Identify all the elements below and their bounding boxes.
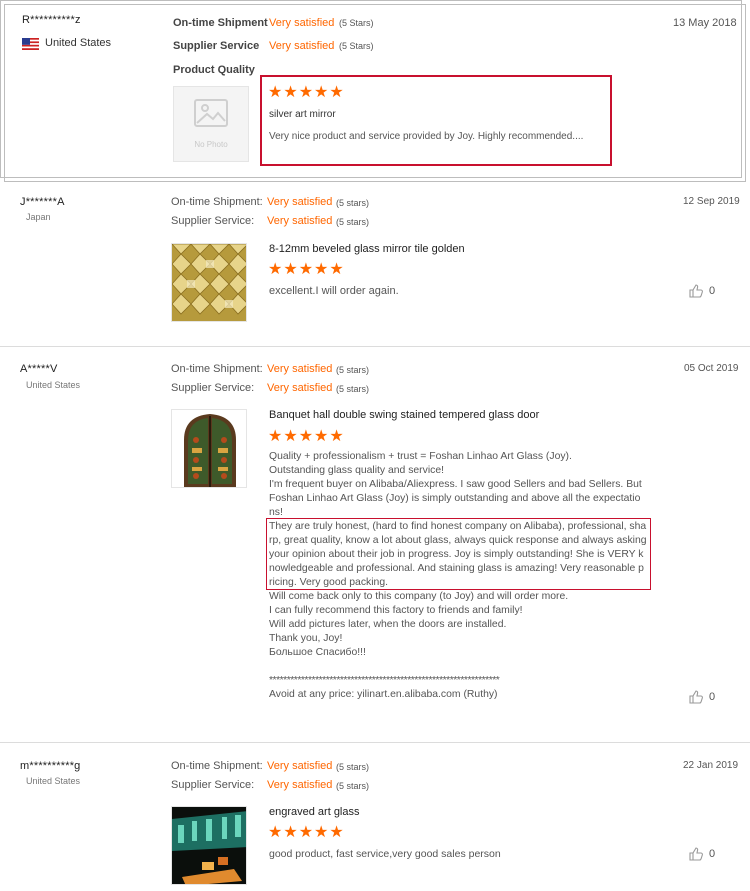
shipment-rating-text: Very satisfied (267, 760, 333, 772)
shipment-rating-text: Very satisfied (267, 196, 333, 208)
comment-line: Outstanding glass quality and service! (269, 465, 445, 476)
review-comment: excellent.I will order again. (269, 285, 399, 297)
comment-line: Will add pictures later, when the doors … (269, 619, 507, 630)
like-button[interactable]: 0 (689, 690, 715, 704)
shipment-label: On-time Shipment: (171, 760, 263, 772)
comment-line: I'm frequent buyer on Alibaba/Aliexpress… (269, 479, 642, 490)
comment-line: I can fully recommend this factory to fr… (269, 605, 523, 616)
review-date: 13 May 2018 (673, 17, 737, 29)
review-comment: Very nice product and service provided b… (269, 131, 584, 142)
service-label: Supplier Service: (171, 779, 255, 791)
service-stars-note: (5 stars) (336, 384, 370, 394)
review-date: 05 Oct 2019 (684, 363, 739, 374)
shipment-stars-note: (5 stars) (336, 365, 370, 375)
product-name: silver art mirror (269, 109, 336, 120)
product-name[interactable]: Banquet hall double swing stained temper… (269, 409, 539, 421)
reviewer-name: J*******A (20, 196, 65, 208)
like-button[interactable]: 0 (689, 847, 715, 861)
service-rating-text: Very satisfied (267, 382, 333, 394)
shipment-stars-note: (5 Stars) (339, 18, 374, 28)
reviewer-country: United States (26, 380, 81, 390)
thumbs-up-icon (689, 690, 703, 704)
service-label: Supplier Service (173, 40, 260, 52)
quality-label: Product Quality (173, 64, 255, 76)
reviewer-name: m**********g (20, 760, 81, 772)
comment-line (269, 660, 649, 674)
rating-stars: ★★★★★ (268, 261, 345, 278)
rating-stars: ★★★★★ (268, 428, 345, 445)
comment-line: Avoid at any price: yilinart.en.alibaba.… (269, 689, 498, 700)
highlight-box (266, 518, 651, 590)
review-divider (0, 742, 750, 743)
shipment-label: On-time Shipment: (171, 196, 263, 208)
shipment-stars-note: (5 stars) (336, 198, 370, 208)
product-thumbnail[interactable] (171, 409, 247, 488)
no-photo-icon (194, 99, 228, 132)
reviewer-name: A*****V (20, 363, 58, 375)
service-rating-text: Very satisfied (267, 779, 333, 791)
us-flag-icon (22, 37, 39, 50)
rating-stars: ★★★★★ (268, 824, 345, 841)
service-stars-note: (5 stars) (336, 781, 370, 791)
comment-line: Quality + professionalism + trust = Fosh… (269, 451, 572, 462)
service-stars-note: (5 stars) (336, 217, 370, 227)
comment-line: Foshan Linhao Art Glass (Joy) is simply … (269, 493, 641, 504)
comment-line: Thank you, Joy! (269, 633, 343, 644)
review-comment: good product, fast service,very good sal… (269, 848, 501, 860)
like-button[interactable]: 0 (689, 284, 715, 298)
service-label: Supplier Service: (171, 215, 255, 227)
thumbs-up-icon (689, 284, 703, 298)
product-thumbnail[interactable] (171, 243, 247, 322)
no-photo-caption: No Photo (194, 140, 228, 149)
like-count: 0 (709, 691, 716, 703)
reviewer-name: R**********z (22, 14, 81, 26)
product-thumbnail[interactable] (171, 806, 247, 885)
comment-line: Большое Спасибо!!! (269, 647, 366, 658)
shipment-label: On-time Shipment (173, 17, 268, 29)
reviewer-country: Japan (26, 212, 51, 222)
comment-line: Will come back only to this company (to … (269, 591, 569, 602)
product-name[interactable]: 8-12mm beveled glass mirror tile golden (269, 243, 465, 255)
comment-line: ****************************************… (269, 675, 500, 686)
review-date: 22 Jan 2019 (683, 760, 739, 771)
service-rating-text: Very satisfied (267, 215, 333, 227)
shipment-label: On-time Shipment: (171, 363, 263, 375)
product-name[interactable]: engraved art glass (269, 806, 360, 818)
shipment-rating-text: Very satisfied (267, 363, 333, 375)
shipment-stars-note: (5 stars) (336, 762, 370, 772)
reviewer-country: United States (26, 776, 81, 786)
no-photo-placeholder: No Photo (173, 86, 249, 162)
like-count: 0 (709, 285, 716, 297)
service-label: Supplier Service: (171, 382, 255, 394)
review-date: 12 Sep 2019 (683, 196, 740, 207)
shipment-rating-text: Very satisfied (269, 17, 335, 29)
review-divider (0, 346, 750, 347)
thumbs-up-icon (689, 847, 703, 861)
rating-stars: ★★★★★ (268, 84, 345, 101)
reviewer-country: United States (45, 37, 112, 49)
service-stars-note: (5 Stars) (339, 41, 374, 51)
like-count: 0 (709, 848, 716, 860)
service-rating-text: Very satisfied (269, 40, 335, 52)
